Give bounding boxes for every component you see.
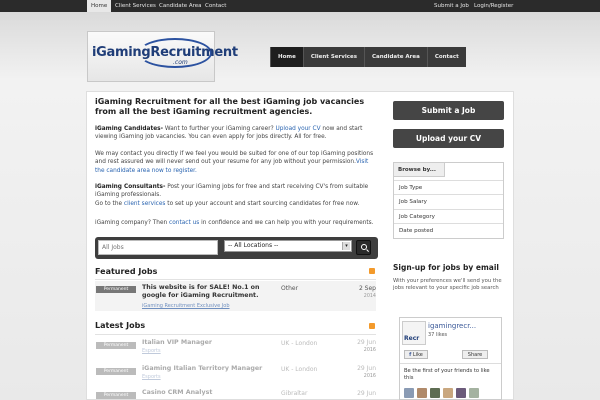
logo-domain: .com xyxy=(173,59,188,66)
facebook-page-name[interactable]: igamingrecr... xyxy=(428,322,476,330)
avatar[interactable] xyxy=(404,388,414,398)
nav-home[interactable]: Home xyxy=(270,47,303,67)
topnav-home[interactable]: Home xyxy=(87,0,112,12)
submit-job-button[interactable]: Submit a Job xyxy=(393,101,504,120)
job-type-badge: Permanent xyxy=(96,342,136,349)
rss-icon[interactable] xyxy=(369,323,375,329)
intro-title: iGaming Recruitment for all the best iGa… xyxy=(95,97,365,116)
facebook-friends-text: Be the first of your friends to like thi… xyxy=(404,368,490,381)
job-title[interactable]: Italian VIP Manager xyxy=(142,339,212,347)
contact-us-link[interactable]: contact us xyxy=(169,220,199,226)
contact-paragraph: We may contact you directly if we feel y… xyxy=(95,151,374,174)
candidates-paragraph: iGaming Candidates- Want to further your… xyxy=(95,126,363,141)
facebook-like-box: Recr igamingrecr... 37 likes f Like Shar… xyxy=(399,317,502,400)
top-bar: Home Client Services Candidate Area Cont… xyxy=(0,0,600,12)
nav-candidate-area[interactable]: Candidate Area xyxy=(363,47,427,67)
job-type-badge: Permanent xyxy=(96,368,136,375)
featured-jobs-title: Featured Jobs xyxy=(95,267,158,276)
candidates-label: iGaming Candidates- xyxy=(95,126,164,132)
job-search-input[interactable] xyxy=(98,240,218,255)
job-location: UK - London xyxy=(281,366,318,373)
divider xyxy=(95,279,376,280)
avatar[interactable] xyxy=(430,388,440,398)
signup-title: Sign-up for jobs by email xyxy=(393,263,499,272)
main-nav: Home Client Services Candidate Area Cont… xyxy=(270,47,466,67)
facebook-friend-faces xyxy=(404,388,479,398)
job-location: Gibraltar xyxy=(281,390,308,397)
facebook-like-count: 37 likes xyxy=(428,332,448,338)
divider xyxy=(400,363,501,364)
job-agency[interactable]: Esports xyxy=(142,348,161,354)
upload-cv-link[interactable]: Upload your CV xyxy=(276,126,321,132)
consultants-paragraph: iGaming Consultants- Post your iGaming j… xyxy=(95,184,369,207)
latest-jobs-title: Latest Jobs xyxy=(95,321,146,330)
job-agency[interactable]: Esports xyxy=(142,374,161,380)
chevron-down-icon: ▾ xyxy=(342,242,350,250)
nav-contact[interactable]: Contact xyxy=(426,47,466,67)
consultants-label: iGaming Consultants- xyxy=(95,184,166,190)
topnav-client-services[interactable]: Client Services xyxy=(115,0,156,12)
facebook-like-button[interactable]: f Like xyxy=(404,350,428,359)
avatar[interactable] xyxy=(443,388,453,398)
avatar[interactable] xyxy=(417,388,427,398)
company-paragraph: iGaming company? Then contact us in conf… xyxy=(95,220,374,226)
divider xyxy=(95,334,376,335)
browse-job-category[interactable]: Job Category xyxy=(394,209,503,223)
avatar[interactable] xyxy=(456,388,466,398)
location-select[interactable]: -- All Locations -- ▾ xyxy=(224,240,352,252)
signup-text: With your preferences we'll send you the… xyxy=(393,278,502,291)
job-date: 29 Jun 2016 xyxy=(357,339,376,353)
client-services-link[interactable]: client services xyxy=(124,201,166,207)
job-title[interactable]: Casino CRM Analyst xyxy=(142,389,212,397)
featured-job-agency[interactable]: iGaming Recruitment Exclusive Job xyxy=(142,303,230,309)
browse-date-posted[interactable]: Date posted xyxy=(394,223,503,237)
upload-cv-button[interactable]: Upload your CV xyxy=(393,129,504,148)
topnav-submit-job[interactable]: Submit a Job xyxy=(434,0,469,12)
featured-job-title[interactable]: This website is for SALE! No.1 on google… xyxy=(142,284,274,300)
nav-client-services[interactable]: Client Services xyxy=(302,47,364,67)
facebook-page-avatar[interactable]: Recr xyxy=(402,321,426,345)
featured-job-date: 2 Sep 2014 xyxy=(358,285,376,299)
facebook-icon: f xyxy=(409,352,412,358)
featured-job-location: Other xyxy=(281,285,299,292)
topnav-login-register[interactable]: Login/Register xyxy=(474,0,513,12)
job-type-badge: Permanent xyxy=(96,392,136,399)
topnav-contact[interactable]: Contact xyxy=(205,0,226,12)
facebook-share-button[interactable]: Share xyxy=(462,350,488,359)
logo-text: iGamingRecruitment xyxy=(92,45,238,60)
job-date: 29 Jun xyxy=(357,390,376,397)
avatar[interactable] xyxy=(469,388,479,398)
job-title[interactable]: iGaming Italian Territory Manager xyxy=(142,365,262,373)
browse-by-tab[interactable]: Browse by... xyxy=(394,163,445,177)
topnav-candidate-area[interactable]: Candidate Area xyxy=(159,0,202,12)
job-location: UK - London xyxy=(281,340,318,347)
rss-icon[interactable] xyxy=(369,268,375,274)
browse-job-salary[interactable]: Job Salary xyxy=(394,194,503,208)
search-button[interactable] xyxy=(356,240,371,255)
job-date: 29 Jun 2016 xyxy=(357,365,376,379)
site-logo[interactable]: iGamingRecruitment .com xyxy=(87,31,238,82)
browse-by-panel: Browse by... Job Type Job Salary Job Cat… xyxy=(393,162,504,239)
browse-job-type[interactable]: Job Type xyxy=(394,180,503,194)
job-type-badge: Permanent xyxy=(96,286,136,293)
